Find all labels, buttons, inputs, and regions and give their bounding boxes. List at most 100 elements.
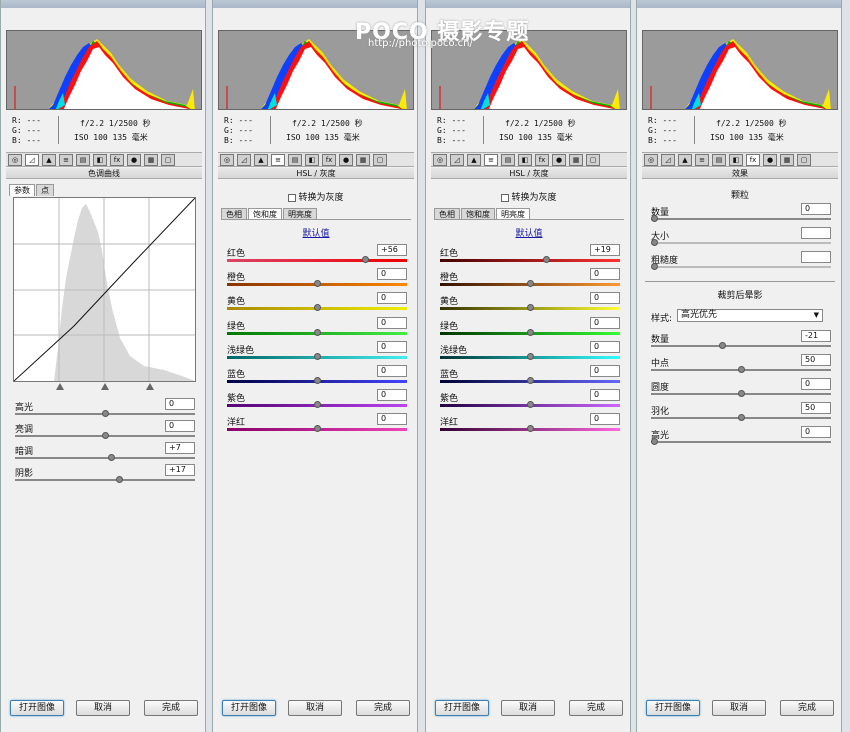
done-button[interactable]: 完成 [144,700,198,716]
slider-thumb[interactable] [313,401,321,409]
slider-value-field[interactable]: 0 [801,378,831,390]
tool-tab-icon[interactable]: ≡ [695,153,709,166]
slider-thumb[interactable] [542,256,550,263]
tool-tab-icon[interactable]: ▦ [780,153,794,166]
slider-track[interactable] [440,259,620,262]
tool-tab-icon[interactable]: ◎ [644,153,658,166]
slider-thumb[interactable] [526,304,534,312]
slider-value-field[interactable]: 0 [590,292,620,305]
slider-thumb[interactable] [719,342,727,349]
defaults-link[interactable]: 默认值 [426,226,632,239]
tool-tab-icon[interactable]: ▲ [467,153,481,166]
tab-parametric[interactable]: 参数 [9,184,35,196]
slider-value-field[interactable]: -21 [801,330,831,342]
slider-value-field[interactable]: 0 [165,420,195,432]
split-markers[interactable] [13,383,196,393]
slider-value-field[interactable] [801,227,831,239]
cancel-button[interactable]: 取消 [501,700,555,716]
slider-thumb[interactable] [361,256,369,263]
tool-tab-icon[interactable]: ▢ [797,153,811,166]
tool-tab-icon[interactable]: fx [746,153,760,166]
slider-value-field[interactable]: 50 [801,402,831,414]
slider-value-field[interactable]: 0 [377,316,407,329]
slider-thumb[interactable] [651,239,658,246]
cancel-button[interactable]: 取消 [288,700,342,716]
slider-value-field[interactable]: 0 [590,389,620,402]
tool-tab-icon[interactable]: ◿ [25,153,39,166]
tool-tab-icon[interactable]: ◎ [433,153,447,166]
slider-track[interactable] [15,479,195,481]
tool-tab-icon[interactable]: ▤ [76,153,90,166]
slider-track[interactable] [227,259,407,262]
slider-value-field[interactable]: 0 [590,365,620,377]
slider-value-field[interactable]: 0 [590,268,620,281]
slider-thumb[interactable] [526,280,534,288]
tool-tab-icon[interactable]: ◧ [93,153,107,166]
defaults-link[interactable]: 默认值 [213,226,419,239]
slider-value-field[interactable]: 0 [377,340,407,353]
tool-tab-icon[interactable]: ≡ [484,153,498,166]
tool-tab-icon[interactable]: ▤ [288,153,302,166]
style-dropdown[interactable]: 高光优先 ▼ [677,309,823,322]
slider-thumb[interactable] [107,454,115,461]
grayscale-checkbox[interactable]: 转换为灰度 [426,190,632,203]
cancel-button[interactable]: 取消 [712,700,766,716]
slider-value-field[interactable]: 0 [377,365,407,377]
slider-thumb[interactable] [101,410,109,417]
slider-value-field[interactable]: 50 [801,354,831,366]
slider-thumb[interactable] [313,377,321,384]
tool-tab-icon[interactable]: fx [322,153,336,166]
tool-tab-icon[interactable]: ● [763,153,777,166]
slider-track[interactable] [15,457,195,459]
tool-tab-icon[interactable]: ▤ [712,153,726,166]
slider-thumb[interactable] [526,425,534,433]
slider-value-field[interactable]: +56 [377,244,407,256]
slider-thumb[interactable] [651,263,658,270]
slider-track[interactable] [651,345,831,347]
cancel-button[interactable]: 取消 [76,700,130,716]
tool-tab-icon[interactable]: ▲ [678,153,692,166]
done-button[interactable]: 完成 [356,700,410,716]
slider-track[interactable] [651,266,831,268]
tool-tab-icon[interactable]: ▢ [161,153,175,166]
slider-thumb[interactable] [101,432,109,439]
open-image-button[interactable]: 打开图像 [646,700,700,716]
slider-value-field[interactable]: 0 [590,413,620,426]
slider-value-field[interactable]: +19 [590,244,620,256]
tool-tab-icon[interactable]: ● [552,153,566,166]
slider-thumb[interactable] [651,438,658,445]
slider-value-field[interactable] [801,251,831,263]
slider-value-field[interactable]: 0 [590,316,620,329]
tool-tab-icon[interactable]: ▢ [586,153,600,166]
slider-track[interactable] [651,218,831,220]
slider-value-field[interactable]: 0 [377,413,407,426]
slider-track[interactable] [651,441,831,443]
slider-value-field[interactable]: 0 [165,398,195,410]
slider-thumb[interactable] [526,328,534,336]
curve-graph[interactable] [13,197,196,382]
slider-thumb[interactable] [737,366,745,373]
slider-thumb[interactable] [116,476,124,483]
tool-tab-icon[interactable]: ◧ [305,153,319,166]
tool-tab-icon[interactable]: ◧ [729,153,743,166]
tool-tab-icon[interactable]: ◧ [518,153,532,166]
tool-tab-icon[interactable]: ▲ [254,153,268,166]
tool-tab-icon[interactable]: ◿ [661,153,675,166]
tool-tab-icon[interactable]: fx [535,153,549,166]
done-button[interactable]: 完成 [569,700,623,716]
tool-tab-icon[interactable]: ◎ [8,153,22,166]
open-image-button[interactable]: 打开图像 [435,700,489,716]
tool-tab-icon[interactable]: fx [110,153,124,166]
slider-value-field[interactable]: 0 [377,268,407,281]
slider-value-field[interactable]: 0 [377,292,407,305]
tool-tab-icon[interactable]: ≡ [271,153,285,166]
slider-thumb[interactable] [737,414,745,421]
tool-tab-icon[interactable]: ◿ [237,153,251,166]
slider-thumb[interactable] [526,352,534,360]
slider-thumb[interactable] [737,390,745,397]
slider-thumb[interactable] [651,215,658,222]
tab-point[interactable]: 点 [36,184,54,196]
tool-tab-icon[interactable]: ▲ [42,153,56,166]
slider-thumb[interactable] [313,425,321,433]
slider-thumb[interactable] [313,328,321,336]
